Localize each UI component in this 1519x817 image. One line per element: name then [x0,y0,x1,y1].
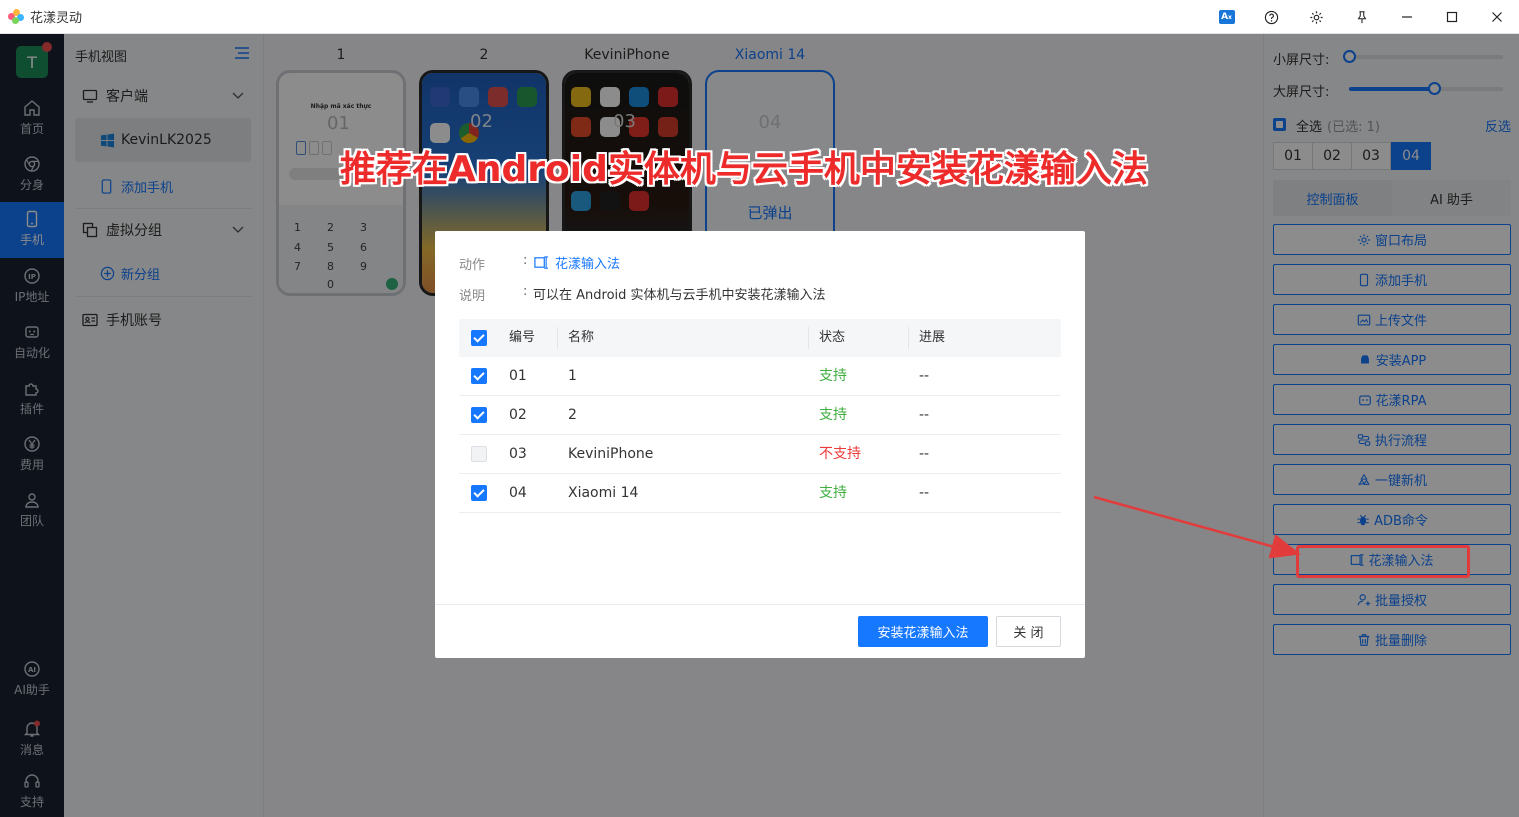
row-checkbox[interactable] [471,485,487,501]
annotation-highlight-box [1296,545,1470,578]
close-dialog-button[interactable]: 关 闭 [996,616,1061,647]
table-row[interactable]: 03 KeviniPhone 不支持 -- [459,435,1061,474]
colon: : [523,253,528,268]
pin-icon [1357,11,1366,24]
column-header: 编号 [509,330,536,345]
row-status: 支持 [819,407,847,423]
column-header: 状态 [819,330,846,345]
pin-button[interactable] [1339,0,1384,34]
footer-divider [435,604,1085,605]
row-progress: -- [919,446,930,462]
action-value: 花漾输入法 [533,253,620,272]
row-status: 支持 [819,485,847,501]
translate-button[interactable]: Ax [1204,0,1249,34]
close-window-button[interactable] [1474,0,1519,34]
close-icon [1491,12,1502,22]
table-row[interactable]: 01 1 支持 -- [459,357,1061,396]
row-progress: -- [919,485,930,501]
table-row[interactable]: 02 2 支持 -- [459,396,1061,435]
app-logo-icon [8,8,24,25]
title-bar: 花漾灵动 Ax [0,0,1519,34]
column-header: 进展 [919,330,946,345]
row-id: 04 [509,485,527,501]
table-header: 编号 名称 状态 进展 [459,319,1061,357]
column-header: 名称 [568,330,595,345]
table-row[interactable]: 04 Xiaomi 14 支持 -- [459,474,1061,513]
help-button[interactable] [1249,0,1294,34]
description-value: 可以在 Android 实体机与云手机中安装花漾输入法 [533,288,826,303]
minimize-icon [1401,16,1412,18]
window-controls: Ax [1204,0,1519,34]
column-separator [808,327,809,349]
description-key: 说明 [459,289,486,304]
install-input-method-button[interactable]: 安装花漾输入法 [858,616,988,647]
row-name: 2 [568,407,577,423]
row-id: 02 [509,407,527,423]
help-icon [1264,10,1279,24]
row-id: 01 [509,368,527,384]
install-input-method-dialog: 动作 : 花漾输入法 说明 : 可以在 Android 实体机与云手机中安装花漾… [435,231,1085,658]
row-progress: -- [919,368,930,384]
app-title: 花漾灵动 [30,11,83,26]
promo-banner: 推荐在Android实体机与云手机中安装花漾输入法 [340,149,1148,190]
column-separator [908,327,909,349]
minimize-button[interactable] [1384,0,1429,34]
row-status: 不支持 [819,446,861,462]
row-id: 03 [509,446,527,462]
translate-icon: Ax [1218,10,1235,24]
row-checkbox[interactable] [471,368,487,384]
settings-button[interactable] [1294,0,1339,34]
row-status: 支持 [819,368,847,384]
gear-icon [1310,10,1323,24]
row-name: Xiaomi 14 [568,485,639,501]
maximize-icon [1446,11,1457,23]
row-name: 1 [568,368,577,384]
colon: : [523,284,528,299]
select-all-checkbox[interactable] [471,330,487,346]
row-name: KeviniPhone [568,446,654,462]
row-progress: -- [919,407,930,423]
column-separator [557,327,558,349]
input-method-icon [534,256,549,269]
row-checkbox[interactable] [471,407,487,423]
row-checkbox-disabled [471,446,487,462]
maximize-button[interactable] [1429,0,1474,34]
action-key: 动作 [459,258,486,273]
